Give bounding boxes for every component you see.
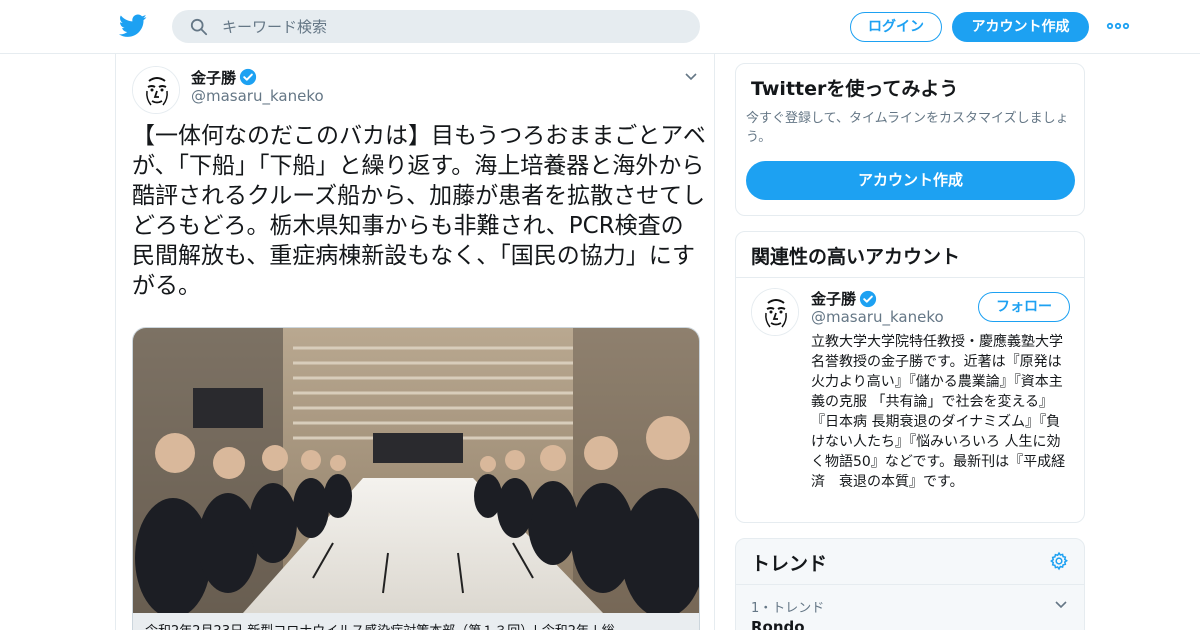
- related-name-row[interactable]: 金子勝: [811, 288, 877, 309]
- avatar-caricature-icon: [752, 289, 798, 335]
- signup-cta-button[interactable]: アカウント作成: [746, 161, 1075, 200]
- try-twitter-card: Twitterを使ってみよう 今すぐ登録して、タイムラインをカスタマイズしましょ…: [735, 63, 1085, 216]
- follow-button[interactable]: フォロー: [978, 292, 1070, 322]
- avatar[interactable]: [751, 288, 799, 336]
- tweet-media-card[interactable]: 令和2年2月23日 新型コロナウイルス感染症対策本部（第１３回）| 令和2年 |…: [132, 327, 700, 630]
- related-account-bio: 立教大学大学院特任教授・慶應義塾大学名誉教授の金子勝です。近著は『原発は火力より…: [811, 334, 1066, 490]
- tweet-text: 【一体何なのだこのバカは】目もうつろおままごとアベが、「下船」「下船」と繰り返す…: [132, 123, 706, 299]
- search-input[interactable]: [222, 10, 682, 43]
- related-account-handle[interactable]: @masaru_kaneko: [811, 308, 944, 326]
- card-title: Twitterを使ってみよう: [751, 78, 959, 100]
- chevron-down-icon[interactable]: [683, 68, 699, 84]
- divider: [736, 277, 1084, 278]
- signup-button[interactable]: アカウント作成: [952, 12, 1089, 42]
- author-name[interactable]: 金子勝: [191, 67, 236, 88]
- verified-badge-icon: [239, 68, 257, 86]
- search-icon: [190, 18, 208, 36]
- avatar[interactable]: [132, 66, 180, 114]
- divider: [736, 584, 1084, 585]
- trend-meta: 1・トレンド: [751, 601, 825, 616]
- avatar-caricature-icon: [133, 67, 179, 113]
- author-handle[interactable]: @masaru_kaneko: [191, 87, 324, 105]
- related-accounts-card: 関連性の高いアカウント 金子勝 @masaru_kaneko フォロー 立教大学…: [735, 231, 1085, 523]
- gear-icon[interactable]: [1049, 551, 1069, 571]
- trends-card: トレンド 1・トレンド Rondo: [735, 538, 1085, 630]
- card-title: トレンド: [751, 553, 828, 575]
- trend-name[interactable]: Rondo: [751, 618, 805, 630]
- meeting-photo: [133, 328, 699, 613]
- more-options-icon[interactable]: [1106, 18, 1130, 34]
- search-box[interactable]: [172, 10, 700, 43]
- twitter-logo-icon[interactable]: [119, 13, 147, 39]
- login-button[interactable]: ログイン: [850, 12, 942, 42]
- author-name-row[interactable]: 金子勝: [191, 67, 257, 87]
- card-title: 関連性の高いアカウント: [751, 246, 961, 268]
- top-navigation-bar: ログイン アカウント作成: [0, 0, 1200, 54]
- card-description: 今すぐ登録して、タイムラインをカスタマイズしましょう。: [746, 111, 1069, 145]
- media-caption: 令和2年2月23日 新型コロナウイルス感染症対策本部（第１３回）| 令和2年 |…: [145, 620, 690, 630]
- chevron-down-icon[interactable]: [1054, 597, 1068, 611]
- related-account-name[interactable]: 金子勝: [811, 288, 856, 309]
- tweet-detail: 金子勝 @masaru_kaneko 【一体何なのだこのバカは】目もうつろおまま…: [115, 54, 715, 630]
- verified-badge-icon: [859, 290, 877, 307]
